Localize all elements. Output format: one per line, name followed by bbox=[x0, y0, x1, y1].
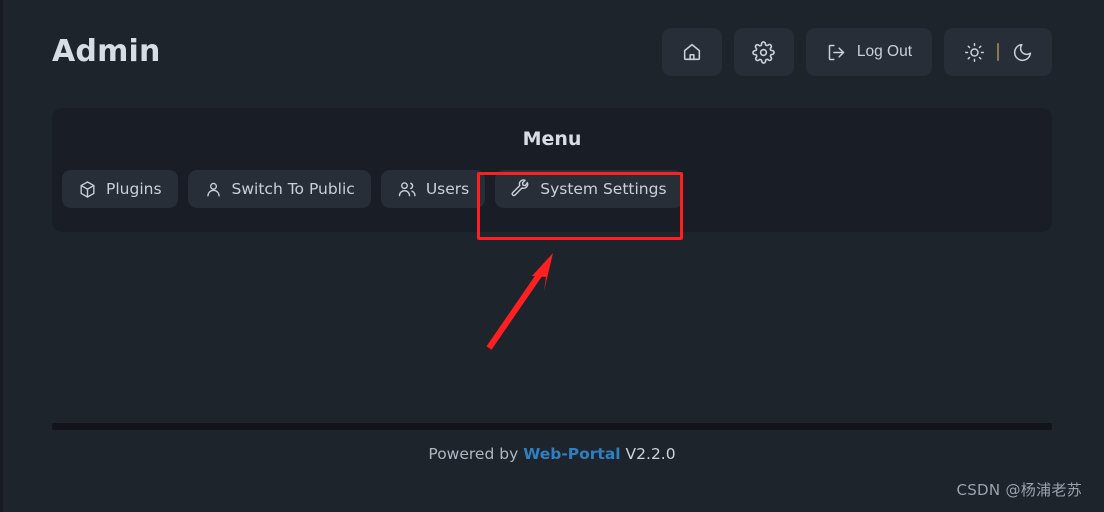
theme-light-button[interactable] bbox=[951, 42, 997, 63]
page-title: Admin bbox=[52, 34, 161, 69]
menu-item-plugins-label: Plugins bbox=[106, 180, 162, 198]
header-actions: Log Out bbox=[661, 28, 1052, 76]
home-icon bbox=[681, 41, 703, 63]
users-icon bbox=[397, 179, 417, 199]
admin-page: Admin Log Out Menu Plugins Switch To Pub… bbox=[0, 0, 1104, 512]
menu-item-switch-to-public-label: Switch To Public bbox=[231, 180, 355, 198]
footer-prefix: Powered by bbox=[428, 445, 519, 463]
theme-dark-button[interactable] bbox=[999, 42, 1045, 63]
menu-item-plugins[interactable]: Plugins bbox=[62, 170, 178, 208]
menu-panel-title: Menu bbox=[522, 128, 582, 150]
menu-item-switch-to-public[interactable]: Switch To Public bbox=[187, 170, 371, 208]
settings-button[interactable] bbox=[733, 28, 794, 76]
package-icon bbox=[78, 180, 97, 199]
menu-item-system-settings-label: System Settings bbox=[540, 180, 667, 198]
menu-item-users-label: Users bbox=[425, 180, 470, 198]
logout-icon bbox=[826, 42, 847, 63]
sun-icon bbox=[964, 42, 985, 63]
gear-icon bbox=[752, 40, 776, 64]
logout-button[interactable]: Log Out bbox=[805, 28, 932, 76]
footer: Powered by Web-Portal V2.2.0 bbox=[52, 445, 1052, 463]
page-header: Admin Log Out bbox=[52, 18, 1052, 86]
csdn-watermark: CSDN @杨浦老苏 bbox=[956, 481, 1082, 499]
menu-panel: Menu Plugins Switch To Public Users Syst… bbox=[52, 108, 1052, 232]
wrench-icon bbox=[511, 179, 531, 199]
theme-toggle[interactable] bbox=[944, 28, 1052, 76]
user-icon bbox=[204, 180, 223, 199]
menu-item-system-settings[interactable]: System Settings bbox=[495, 170, 683, 208]
menu-item-users[interactable]: Users bbox=[380, 170, 486, 208]
menu-items-row: Plugins Switch To Public Users System Se… bbox=[62, 170, 683, 208]
footer-version: V2.2.0 bbox=[625, 445, 676, 463]
footer-divider bbox=[52, 423, 1052, 430]
footer-brand-link[interactable]: Web-Portal bbox=[523, 445, 620, 463]
moon-icon bbox=[1012, 42, 1033, 63]
home-button[interactable] bbox=[661, 28, 722, 76]
logout-label: Log Out bbox=[856, 43, 912, 60]
